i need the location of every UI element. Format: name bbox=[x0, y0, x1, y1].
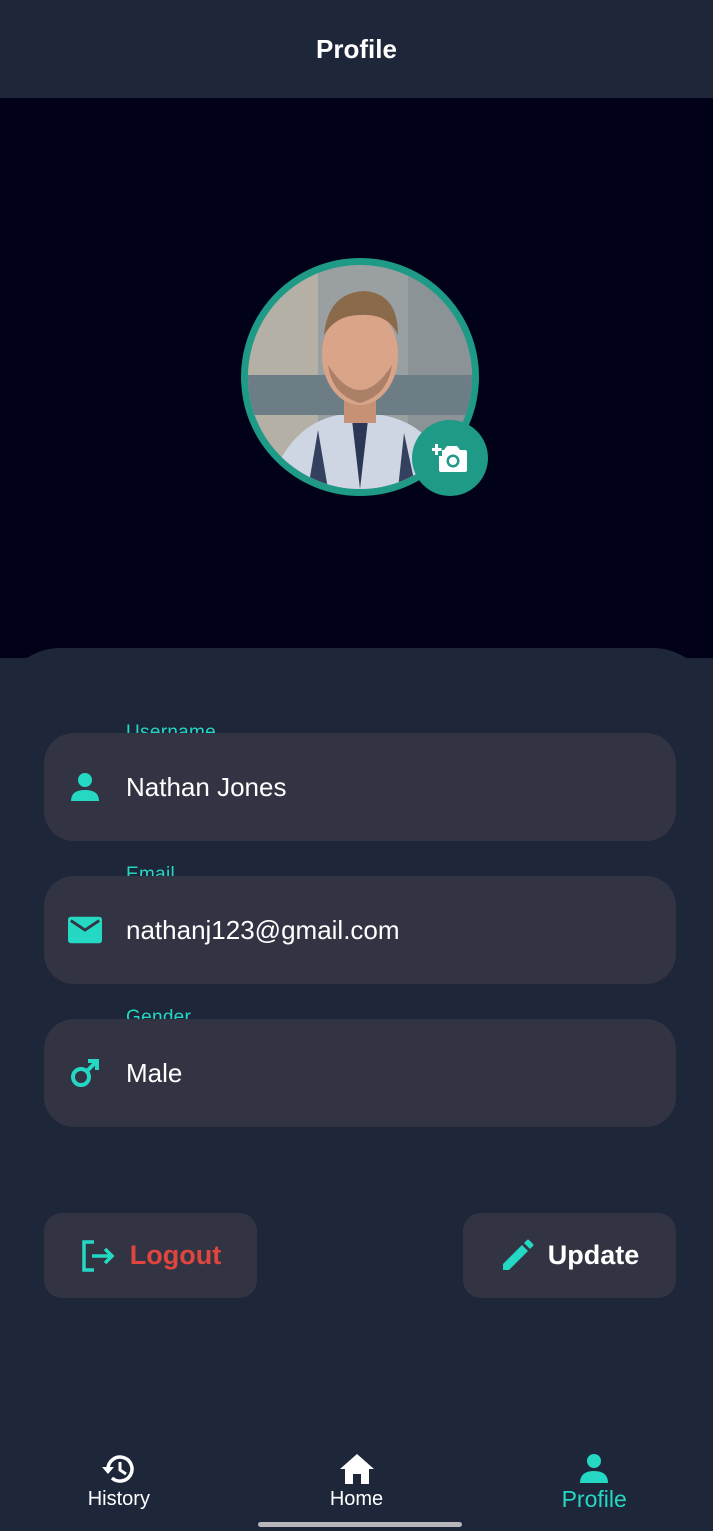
logout-label: Logout bbox=[129, 1240, 222, 1270]
logout-button[interactable]: Logout bbox=[44, 1213, 257, 1298]
email-field[interactable]: nathanj123@gmail.com bbox=[44, 876, 676, 984]
person-icon bbox=[68, 770, 102, 804]
gender-field[interactable]: Male bbox=[44, 1019, 676, 1127]
history-icon bbox=[101, 1455, 134, 1483]
nav-history[interactable]: History bbox=[0, 1440, 238, 1531]
app-header: Profile bbox=[0, 0, 713, 98]
edit-pencil-icon bbox=[502, 1239, 534, 1270]
bottom-navigation: History Home Profile bbox=[0, 1440, 713, 1531]
home-icon bbox=[339, 1454, 374, 1484]
add-a-photo-icon bbox=[432, 444, 467, 472]
update-button[interactable]: Update bbox=[463, 1213, 676, 1298]
change-photo-button[interactable] bbox=[412, 420, 488, 496]
home-indicator bbox=[258, 1522, 462, 1527]
page-title: Profile bbox=[316, 33, 397, 64]
update-label: Update bbox=[547, 1240, 640, 1270]
username-value: Nathan Jones bbox=[126, 771, 287, 802]
nav-home[interactable]: Home bbox=[238, 1440, 476, 1531]
logout-icon bbox=[82, 1239, 115, 1272]
mail-icon bbox=[68, 913, 102, 947]
username-field[interactable]: Nathan Jones bbox=[44, 733, 676, 841]
nav-profile-label: Profile bbox=[561, 1486, 627, 1512]
nav-profile[interactable]: Profile bbox=[475, 1440, 713, 1531]
gender-value: Male bbox=[126, 1057, 183, 1088]
nav-home-label: Home bbox=[329, 1488, 384, 1510]
person-icon bbox=[580, 1454, 609, 1483]
nav-history-label: History bbox=[87, 1488, 150, 1510]
male-icon bbox=[68, 1056, 102, 1090]
email-value: nathanj123@gmail.com bbox=[126, 914, 400, 945]
